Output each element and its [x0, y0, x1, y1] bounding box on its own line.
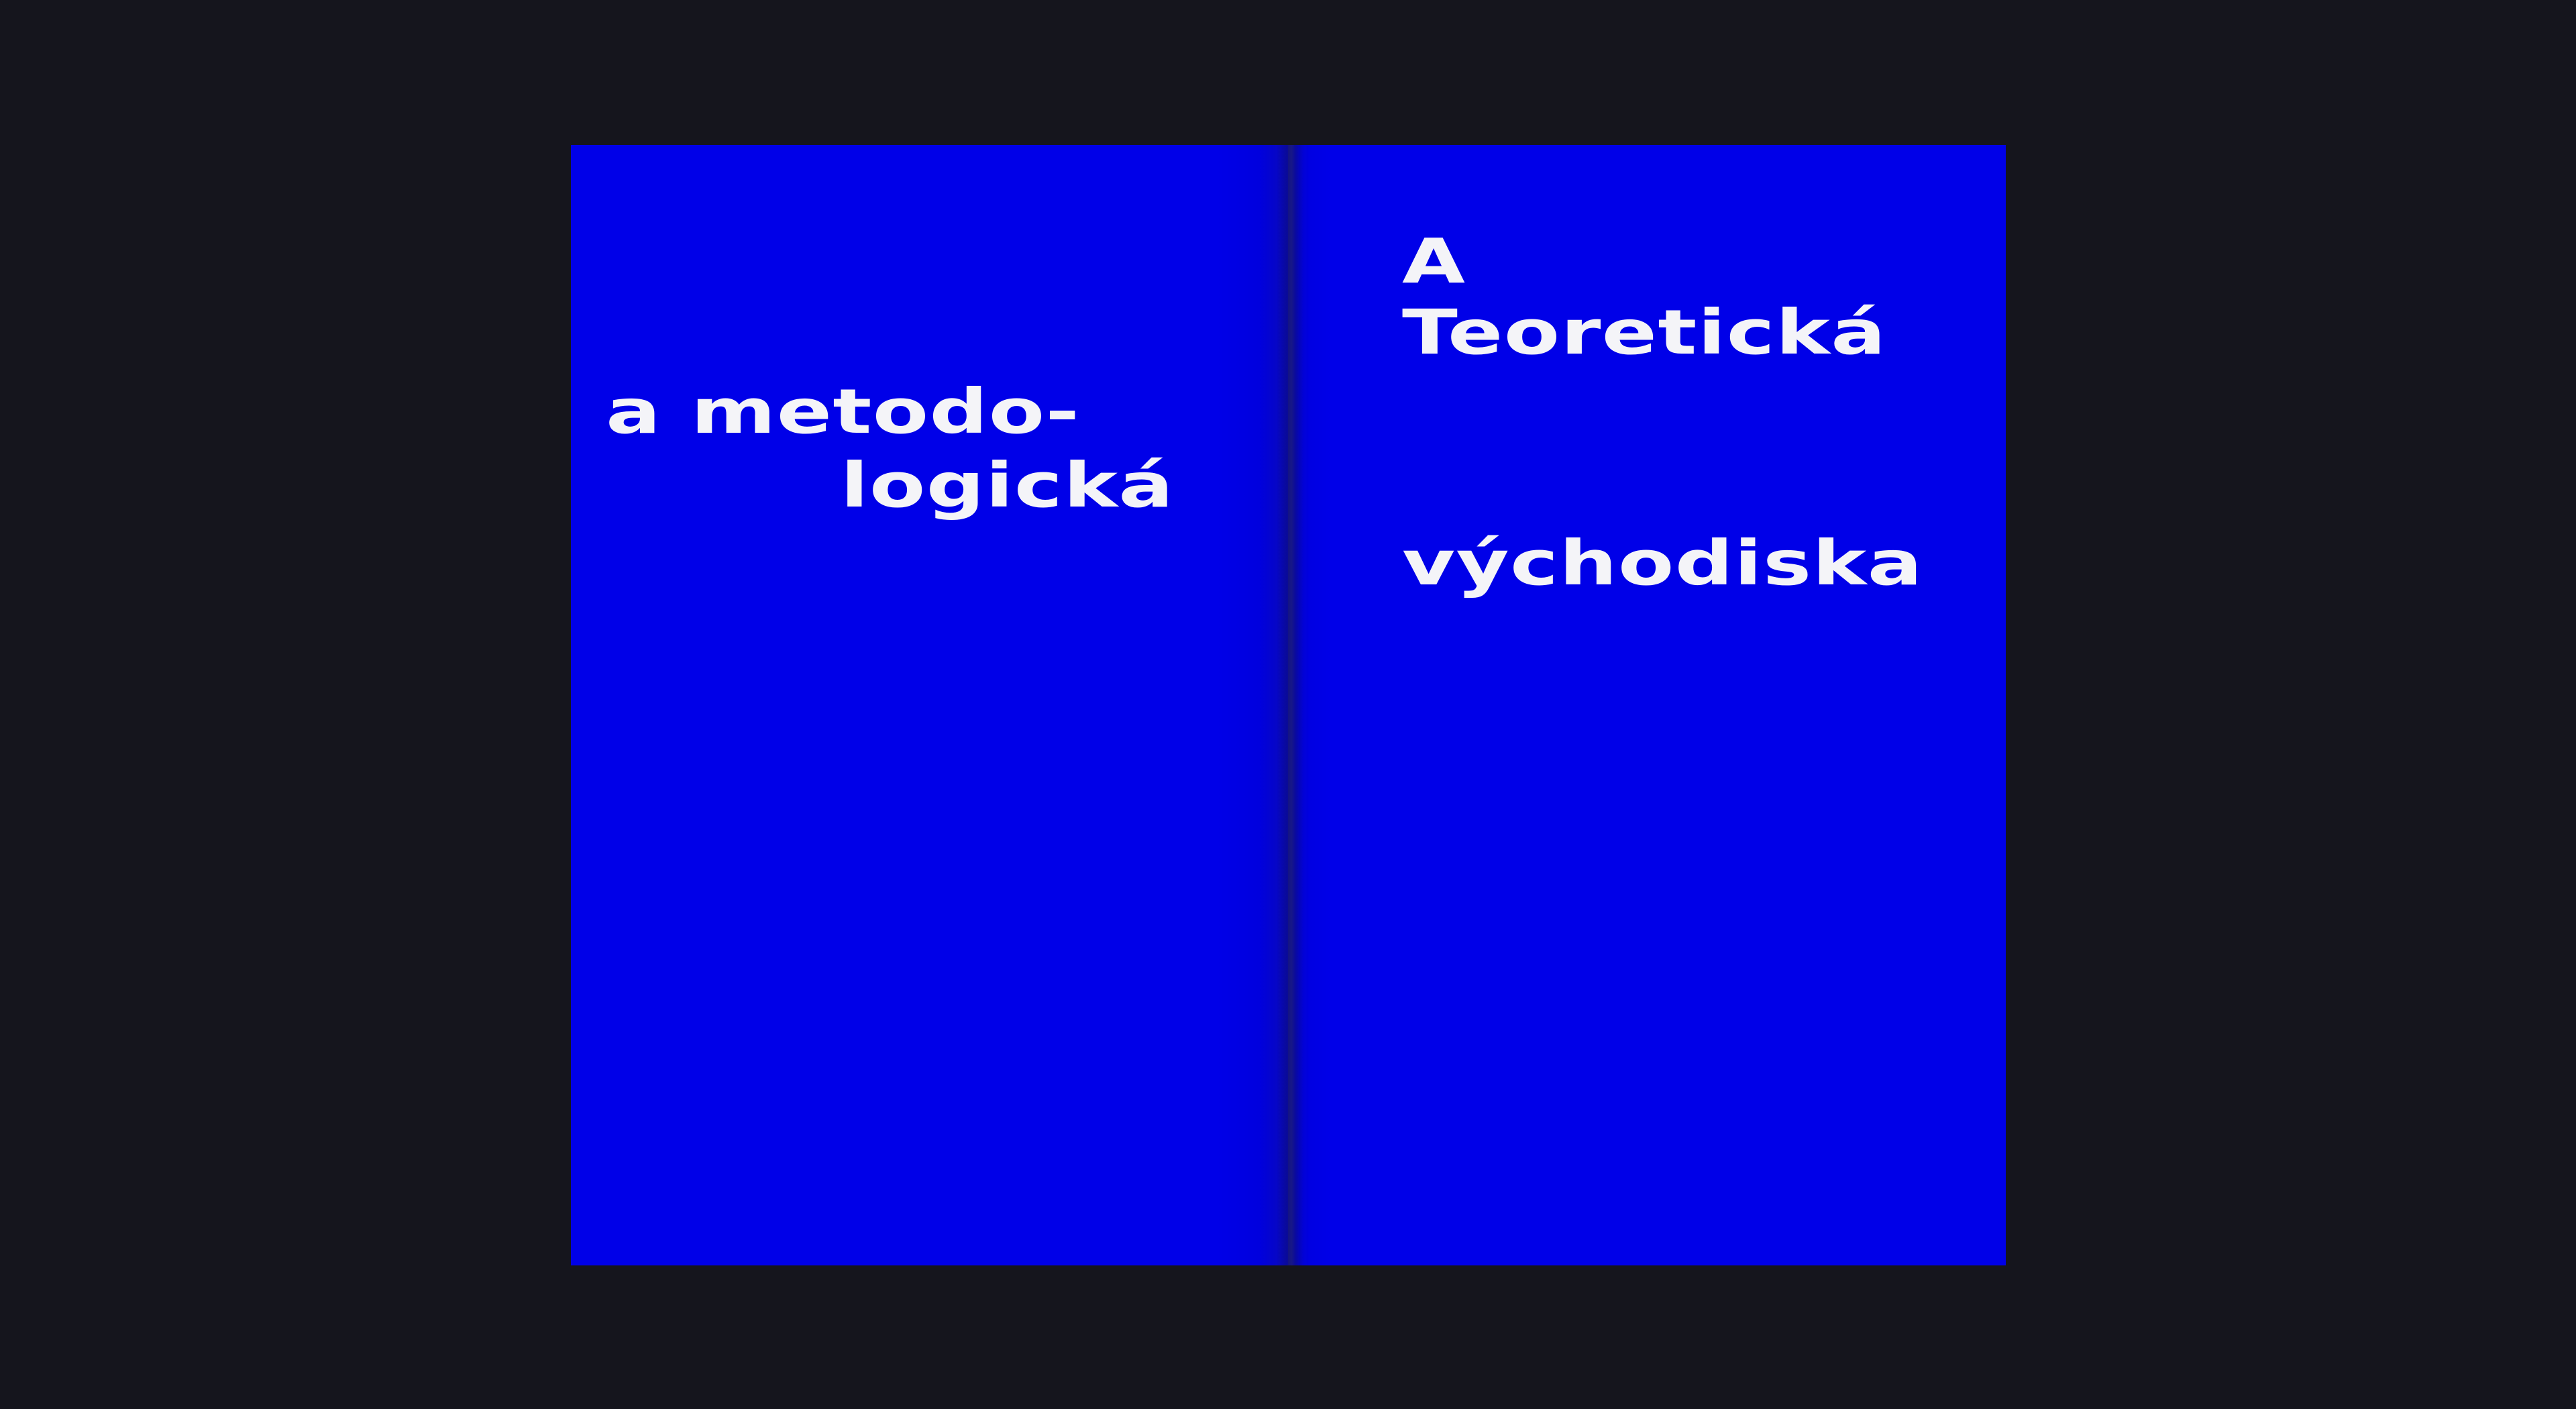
left-heading-line-2: logická — [841, 450, 1175, 521]
left-page — [571, 145, 1288, 1265]
book-gutter — [1277, 145, 1303, 1265]
right-heading-line-1: A — [1402, 225, 1466, 297]
right-heading-line-3: východiska — [1402, 527, 1923, 599]
left-heading-line-1: a metodo- — [606, 376, 1081, 448]
book-spread: a metodo- logická A Teoretická východisk… — [571, 145, 2006, 1265]
canvas: a metodo- logická A Teoretická východisk… — [0, 0, 2576, 1409]
right-heading-line-2: Teoretická — [1402, 297, 1887, 368]
